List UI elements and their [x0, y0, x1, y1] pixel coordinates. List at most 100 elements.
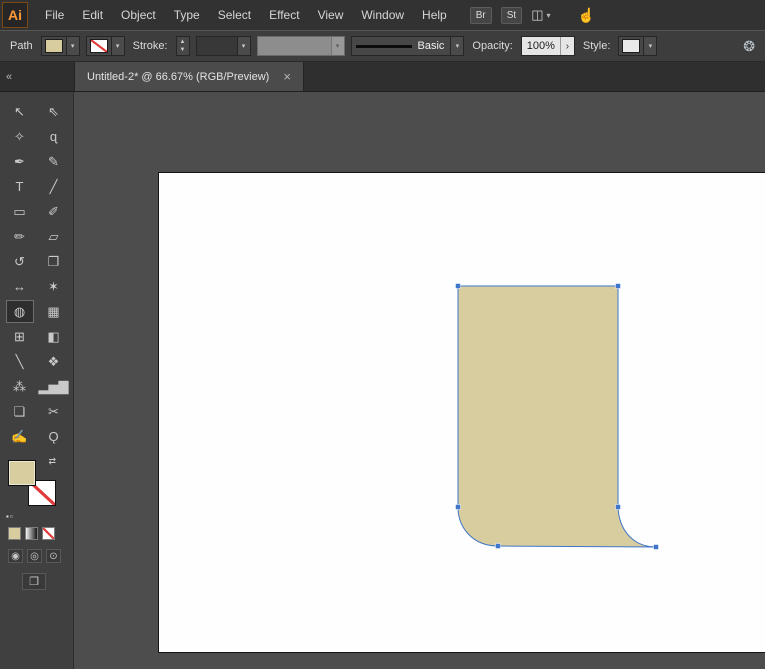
- anchor-point[interactable]: [455, 283, 461, 289]
- shape-builder-tool[interactable]: ◍: [5, 300, 34, 323]
- style-label[interactable]: Style:: [583, 40, 611, 52]
- menu-view[interactable]: View: [309, 8, 353, 22]
- selected-shape[interactable]: [457, 285, 657, 548]
- selection-tool-icon: ↖: [14, 103, 25, 119]
- tools-panel: ↖ ⇖ ✧ ɋ ✒ ✎ T ╱ ▭ ✐ ✏ ▱ ↺ ❐ ↔ ✶ ◍ ▦ ⊞ ◧ ╲ ❖ ⁂ ▂▅▇ ❏ ✂ ✍ Ǫ ⇄ ▪▫ ◉ ◎ ⊙ …: [0, 92, 74, 669]
- artboard-tool[interactable]: ❏: [6, 400, 34, 423]
- symbol-sprayer-tool-icon: ⁂: [13, 378, 26, 394]
- blend-tool[interactable]: ❖: [40, 350, 68, 373]
- chevron-down-icon: ▾: [546, 10, 551, 20]
- curvature-tool[interactable]: ✎: [40, 150, 68, 173]
- menu-bar-right: Br St ◫ ▾ ☝: [469, 6, 595, 24]
- stroke-weight-dropdown[interactable]: ▾: [195, 36, 251, 56]
- apply-gradient-button[interactable]: [25, 527, 38, 540]
- free-transform-tool[interactable]: ✶: [40, 275, 68, 298]
- opacity-input[interactable]: 100%: [521, 37, 560, 55]
- document-tab-title: Untitled-2* @ 66.67% (RGB/Preview): [87, 70, 270, 83]
- shaper-tool-icon: ✏: [14, 228, 25, 244]
- fill-color-dropdown[interactable]: ▾: [40, 36, 80, 56]
- workspace-switcher[interactable]: ◫ ▾: [531, 7, 550, 23]
- stock-button[interactable]: St: [500, 6, 523, 24]
- workspace-icon: ◫: [531, 7, 544, 22]
- canvas-area[interactable]: [74, 92, 765, 669]
- recolor-artwork-icon[interactable]: ❂: [743, 38, 757, 55]
- gradient-tool-icon: ◧: [47, 328, 60, 344]
- apply-color-button[interactable]: [8, 527, 21, 540]
- opacity-expand-icon[interactable]: ›: [559, 37, 574, 55]
- menu-object[interactable]: Object: [112, 8, 165, 22]
- change-screen-mode-button[interactable]: ❐: [22, 573, 46, 590]
- touch-workspace-icon[interactable]: ☝: [578, 7, 595, 24]
- mesh-tool[interactable]: ⊞: [6, 325, 34, 348]
- scale-tool[interactable]: ❐: [40, 250, 68, 273]
- perspective-grid-tool[interactable]: ▦: [40, 300, 68, 323]
- lasso-tool-icon: ɋ: [49, 129, 58, 144]
- width-tool[interactable]: ↔: [6, 275, 34, 298]
- type-tool[interactable]: T: [6, 175, 34, 198]
- document-tab[interactable]: Untitled-2* @ 66.67% (RGB/Preview) ×: [74, 62, 304, 91]
- eyedropper-tool[interactable]: ╲: [6, 350, 34, 373]
- direct-selection-tool[interactable]: ⇖: [40, 100, 68, 123]
- control-bar: Path ▾ ▾ Stroke: ▲ ▼ ▾ ▾ Basic ▾ Opacity…: [0, 30, 765, 62]
- stroke-weight-stepper[interactable]: ▲ ▼: [175, 36, 190, 56]
- graphic-style-dropdown[interactable]: ▾: [618, 36, 658, 56]
- rectangle-tool[interactable]: ▭: [6, 200, 34, 223]
- menu-effect[interactable]: Effect: [260, 8, 308, 22]
- menu-window[interactable]: Window: [352, 8, 413, 22]
- chevron-down-icon: ▾: [330, 37, 344, 55]
- menu-type[interactable]: Type: [165, 8, 209, 22]
- default-fill-stroke-icon[interactable]: ▪▫: [6, 512, 73, 521]
- collapse-panel-icon[interactable]: «: [6, 71, 12, 83]
- magic-wand-tool[interactable]: ✧: [6, 125, 34, 148]
- illustrator-window: Ai File Edit Object Type Select Effect V…: [0, 0, 765, 669]
- fill-indicator[interactable]: [8, 460, 36, 486]
- stepper-up-icon: ▲: [179, 38, 186, 45]
- draw-inside-button[interactable]: ⊙: [46, 549, 61, 563]
- blend-tool-icon: ❖: [47, 353, 60, 369]
- swap-fill-stroke-icon[interactable]: ⇄: [48, 456, 56, 467]
- shaper-tool[interactable]: ✏: [6, 225, 34, 248]
- rotate-tool[interactable]: ↺: [6, 250, 34, 273]
- lasso-tool[interactable]: ɋ: [40, 125, 68, 148]
- menu-file[interactable]: File: [36, 8, 73, 22]
- stroke-color-dropdown[interactable]: ▾: [85, 36, 125, 56]
- anchor-point[interactable]: [615, 283, 621, 289]
- menu-select[interactable]: Select: [209, 8, 260, 22]
- symbol-sprayer-tool[interactable]: ⁂: [6, 375, 34, 398]
- apply-none-button[interactable]: [42, 527, 55, 540]
- eraser-tool[interactable]: ▱: [40, 225, 68, 248]
- brush-stroke-preview: [355, 44, 412, 48]
- drawing-modes-row: ◉ ◎ ⊙: [8, 549, 73, 563]
- selection-tool[interactable]: ↖: [6, 100, 34, 123]
- zoom-tool[interactable]: Ǫ: [40, 425, 68, 448]
- draw-normal-button[interactable]: ◉: [8, 549, 23, 563]
- artboard-tool-icon: ❏: [13, 403, 26, 419]
- bridge-button[interactable]: Br: [469, 6, 492, 24]
- line-segment-tool[interactable]: ╱: [40, 175, 68, 198]
- anchor-point[interactable]: [615, 504, 621, 510]
- slice-tool[interactable]: ✂: [40, 400, 68, 423]
- gradient-tool[interactable]: ◧: [40, 325, 68, 348]
- menu-help[interactable]: Help: [413, 8, 456, 22]
- close-icon[interactable]: ×: [283, 69, 291, 84]
- pen-tool-icon: ✒: [14, 153, 25, 169]
- width-profile-dropdown: ▾: [256, 36, 345, 56]
- panel-collapse-zone: «: [0, 62, 74, 91]
- anchor-point[interactable]: [455, 504, 461, 510]
- paintbrush-tool[interactable]: ✐: [40, 200, 68, 223]
- chevron-down-icon: ▾: [450, 37, 464, 55]
- draw-behind-button[interactable]: ◎: [27, 549, 42, 563]
- anchor-point[interactable]: [495, 543, 501, 549]
- pen-tool[interactable]: ✒: [6, 150, 34, 173]
- stroke-label[interactable]: Stroke:: [133, 40, 168, 52]
- column-graph-tool[interactable]: ▂▅▇: [39, 375, 69, 398]
- hand-tool[interactable]: ✍: [6, 425, 34, 448]
- brush-definition-dropdown[interactable]: Basic ▾: [350, 36, 465, 56]
- opacity-label[interactable]: Opacity:: [472, 40, 512, 52]
- slice-tool-icon: ✂: [48, 403, 59, 419]
- menu-edit[interactable]: Edit: [73, 8, 112, 22]
- anchor-point[interactable]: [653, 544, 659, 550]
- stroke-weight-field[interactable]: [196, 37, 237, 55]
- mesh-tool-icon: ⊞: [14, 328, 25, 344]
- style-swatch: [622, 39, 641, 53]
